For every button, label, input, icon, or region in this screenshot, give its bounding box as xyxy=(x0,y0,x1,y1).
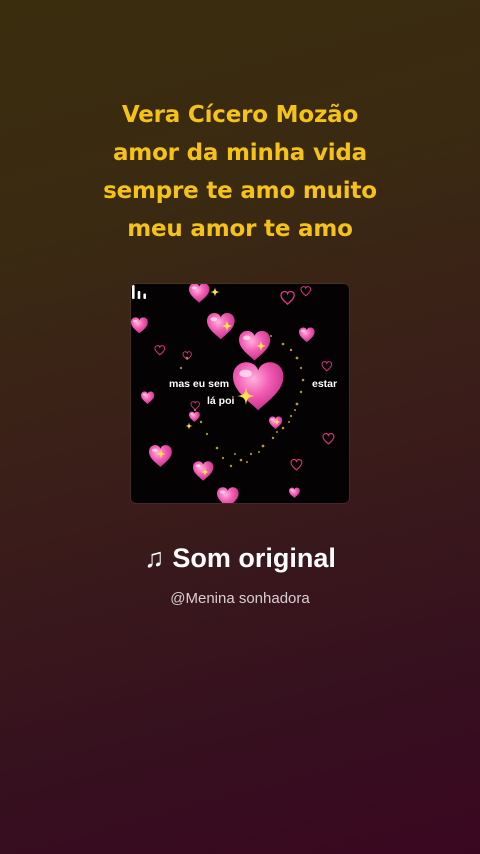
hearts-artwork xyxy=(131,284,335,503)
caption-line: sempre te amo muito xyxy=(103,178,377,204)
sound-author-link[interactable]: @Menina sonhadora xyxy=(0,588,480,610)
cover-overlay-text: lá poi xyxy=(207,395,235,407)
sound-title-label: Som original xyxy=(172,543,336,573)
caption-text: Vera Cícero Mozão amor da minha vida sem… xyxy=(0,96,480,248)
caption-line: Vera Cícero Mozão xyxy=(121,102,359,128)
caption-line: amor da minha vida xyxy=(112,140,368,166)
cover-overlay-text: estar xyxy=(312,378,338,390)
sound-cover-thumbnail[interactable]: mas eu sem estar lá poi xyxy=(131,284,349,503)
caption-line: meu amor te amo xyxy=(127,216,353,242)
cover-overlay-text: mas eu sem xyxy=(169,378,230,390)
music-note-icon: ♫ xyxy=(144,543,165,573)
equalizer-bars-icon xyxy=(132,285,146,299)
sound-title[interactable]: ♫ Som original xyxy=(0,540,480,576)
